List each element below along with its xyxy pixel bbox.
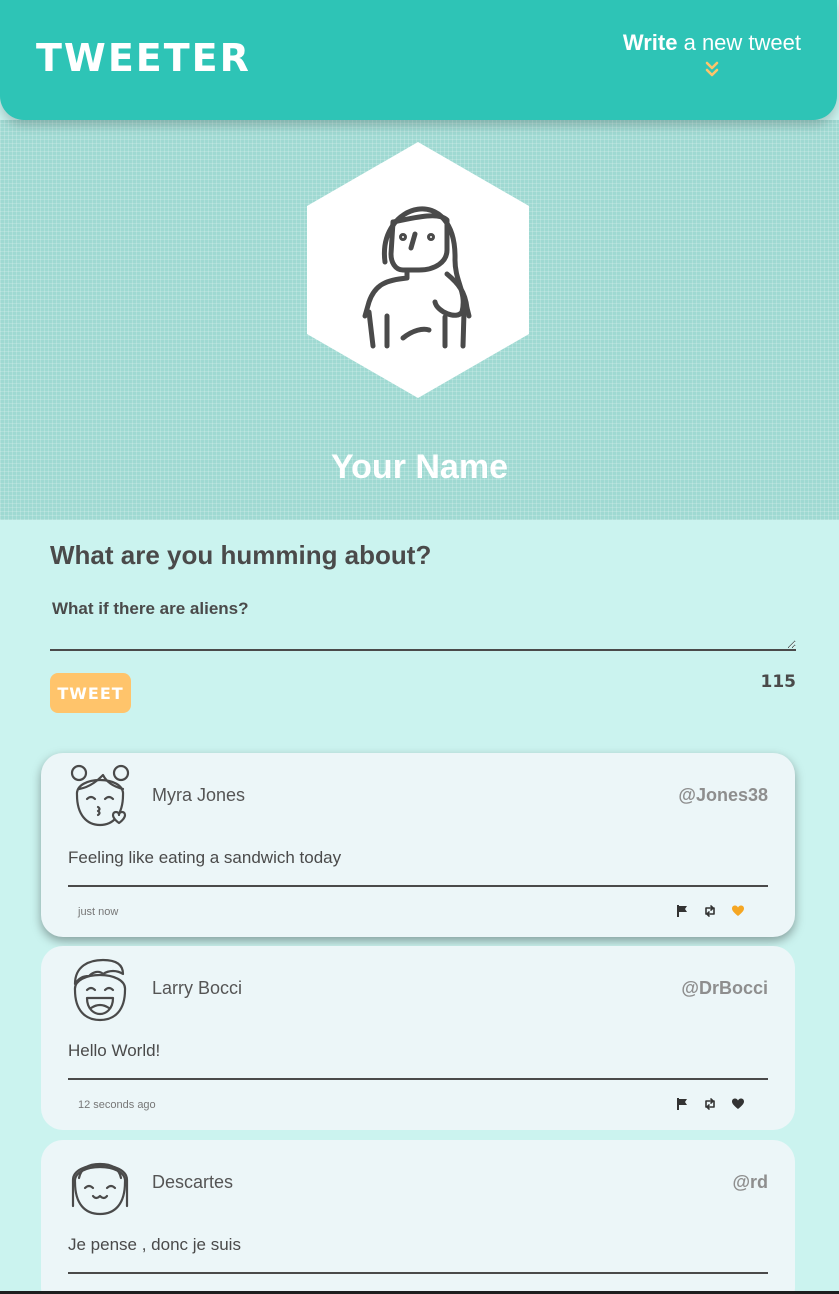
tweet-card: Larry Bocci @DrBocci Hello World! 12 sec… [41, 946, 795, 1130]
brand-logo[interactable]: TWEETER [36, 36, 251, 80]
profile-header: Your Name [0, 120, 839, 520]
tweet-actions [675, 1097, 745, 1111]
boy-laughing-avatar-icon [73, 958, 127, 1022]
profile-avatar [307, 142, 529, 398]
tweet-author-handle[interactable]: @DrBocci [681, 978, 768, 999]
top-nav: TWEETER Write a new tweet [0, 0, 837, 120]
retweet-icon[interactable] [703, 1097, 717, 1111]
tweet-divider [68, 1272, 768, 1274]
tweet-author-handle[interactable]: @Jones38 [678, 785, 768, 806]
girl-kiss-avatar-icon [70, 764, 130, 827]
tweet-divider [68, 885, 768, 887]
double-chevron-down-icon [705, 61, 719, 77]
tweet-text-input[interactable] [50, 595, 796, 651]
flag-icon[interactable] [675, 904, 689, 918]
tweet-author-name: Descartes [152, 1172, 234, 1192]
new-tweet-form: What are you humming about? TWEET 115 [50, 540, 796, 713]
girl-bangs-avatar-icon [71, 1162, 129, 1216]
tweet-submit-button[interactable]: TWEET [50, 673, 131, 713]
tweet-card: Descartes @rd Je pense , donc je suis [41, 1140, 795, 1294]
heart-icon[interactable] [731, 904, 745, 918]
heart-icon[interactable] [731, 1097, 745, 1111]
tweet-timestamp: 12 seconds ago [78, 1099, 156, 1111]
tweet-content: Hello World! [68, 1041, 161, 1060]
retweet-icon[interactable] [703, 904, 717, 918]
flag-icon[interactable] [675, 1097, 689, 1111]
tweet-content: Je pense , donc je suis [68, 1235, 241, 1254]
compose-label-light: a new tweet [677, 30, 801, 55]
tweet-author-handle[interactable]: @rd [732, 1172, 768, 1193]
tweet-author-name: Myra Jones [152, 785, 246, 805]
compose-label-bold: Write [622, 30, 678, 55]
tweet-content: Feeling like eating a sandwich today [68, 848, 342, 867]
character-counter: 115 [760, 672, 797, 692]
tweet-actions [675, 904, 745, 918]
composer-heading: What are you humming about? [50, 540, 432, 570]
write-new-tweet-toggle[interactable]: Write a new tweet [623, 30, 801, 80]
tweet-card: Myra Jones @Jones38 Feeling like eating … [41, 753, 795, 937]
tweet-divider [68, 1078, 768, 1080]
tweet-author-name: Larry Bocci [152, 978, 243, 998]
tweet-timestamp: just now [78, 906, 119, 918]
profile-name: Your Name [331, 448, 508, 486]
